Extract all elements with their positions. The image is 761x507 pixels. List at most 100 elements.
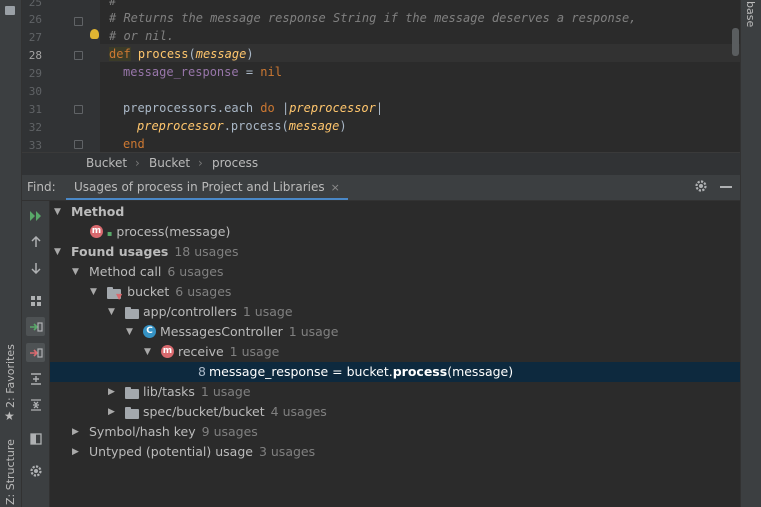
- code-line: #: [109, 0, 117, 8]
- expanded-arrow-icon[interactable]: ▼: [126, 322, 133, 342]
- export-usages-icon[interactable]: [26, 343, 45, 362]
- collapsed-arrow-icon[interactable]: ▶: [72, 442, 79, 462]
- expanded-arrow-icon[interactable]: ▼: [144, 342, 151, 362]
- usage-count: 1 usage: [288, 324, 339, 339]
- tree-node-messages-controller[interactable]: ▼ C MessagesController 1 usage: [50, 322, 740, 342]
- arrow-down-icon[interactable]: [26, 258, 45, 277]
- fold-marker-icon[interactable]: [74, 17, 83, 26]
- tree-node-method-call[interactable]: ▼ Method call 6 usages: [50, 262, 740, 282]
- fold-marker-icon[interactable]: [74, 140, 83, 149]
- expanded-arrow-icon[interactable]: ▼: [90, 282, 97, 302]
- collapsed-arrow-icon[interactable]: ▶: [72, 422, 79, 442]
- usages-tree[interactable]: ▼ Method m ▪ process(message) ▼ Found us…: [50, 201, 740, 507]
- code-line: # or nil.: [109, 29, 175, 43]
- usage-count: 1 usage: [200, 384, 251, 399]
- fold-marker-icon[interactable]: [74, 51, 83, 60]
- tree-node-lib-tasks[interactable]: ▶ lib/tasks 1 usage: [50, 382, 740, 402]
- code-editor[interactable]: 25 26 27 28 29 30 31 32 33 # # Returns t…: [22, 0, 740, 152]
- line-number: 33: [28, 139, 42, 152]
- tree-node-usage-line[interactable]: 8 message_response = bucket.process(mess…: [50, 362, 740, 382]
- code-line: preprocessor.process(message): [137, 119, 347, 133]
- right-tool-strip: base: [740, 0, 761, 507]
- expanded-arrow-icon[interactable]: ▼: [108, 302, 115, 322]
- line-number: 32: [28, 121, 42, 134]
- usage-count: 18 usages: [174, 244, 239, 259]
- fold-marker-icon[interactable]: [74, 105, 83, 114]
- code-line: def process(message): [109, 47, 254, 61]
- tree-label: Found usages: [71, 244, 169, 259]
- line-number: 30: [28, 85, 42, 98]
- tree-label: receive: [177, 344, 224, 359]
- import-usages-icon[interactable]: [26, 317, 45, 336]
- line-number: 31: [28, 103, 42, 116]
- find-toolbar: [22, 201, 50, 507]
- module-marker-icon: ▼: [116, 292, 123, 301]
- expanded-arrow-icon[interactable]: ▼: [54, 202, 61, 222]
- rerun-icon[interactable]: [26, 206, 45, 225]
- usage-text: (message): [447, 364, 514, 379]
- expanded-arrow-icon[interactable]: ▼: [54, 242, 61, 262]
- collapsed-arrow-icon[interactable]: ▶: [108, 382, 115, 402]
- expanded-arrow-icon[interactable]: ▼: [72, 262, 79, 282]
- tree-node-spec-bucket[interactable]: ▶ spec/bucket/bucket 4 usages: [50, 402, 740, 422]
- close-icon[interactable]: ×: [331, 181, 340, 194]
- method-icon: m: [90, 225, 103, 238]
- find-panel-header: Find: Usages of process in Project and L…: [22, 175, 740, 201]
- breadcrumb: Bucket › Bucket › process: [22, 152, 740, 175]
- tree-label: lib/tasks: [142, 384, 195, 399]
- tree-label: spec/bucket/bucket: [142, 404, 265, 419]
- folder-icon: [125, 306, 139, 319]
- preview-icon[interactable]: [26, 429, 45, 448]
- structure-tool-button[interactable]: Z: Structure: [4, 439, 17, 505]
- database-tool-button[interactable]: base: [744, 1, 757, 27]
- tree-node-receive[interactable]: ▼ m receive 1 usage: [50, 342, 740, 362]
- code-line: end: [123, 137, 145, 151]
- tree-node-bucket[interactable]: ▼ ▼ bucket 6 usages: [50, 282, 740, 302]
- tree-label: app/controllers: [142, 304, 237, 319]
- code-line: message_response = nil: [123, 65, 282, 79]
- line-number: 29: [28, 67, 42, 80]
- usage-count: 4 usages: [270, 404, 327, 419]
- collapsed-arrow-icon[interactable]: ▶: [108, 402, 115, 422]
- usage-count: 1 usage: [242, 304, 293, 319]
- line-number: 28: [28, 49, 42, 62]
- breadcrumb-item[interactable]: Bucket: [149, 156, 190, 170]
- tree-label: Method: [71, 204, 125, 219]
- project-icon[interactable]: [5, 6, 15, 15]
- tree-label: process(message): [116, 224, 231, 239]
- class-icon: C: [143, 325, 156, 338]
- tree-node-untyped[interactable]: ▶ Untyped (potential) usage 3 usages: [50, 442, 740, 462]
- tree-label: MessagesController: [159, 324, 283, 339]
- minimize-icon[interactable]: [720, 186, 732, 188]
- code-line: preprocessors.each do |preprocessor|: [123, 101, 384, 115]
- arrow-up-icon[interactable]: [26, 232, 45, 251]
- group-icon[interactable]: [26, 291, 45, 310]
- breadcrumb-item[interactable]: process: [212, 156, 258, 170]
- editor-scrollbar[interactable]: [732, 28, 739, 56]
- settings-gear-icon[interactable]: [26, 461, 45, 480]
- usage-count: 3 usages: [258, 444, 316, 459]
- lock-icon: ▪: [106, 229, 113, 238]
- tree-label: bucket: [127, 284, 170, 299]
- usage-count: 6 usages: [175, 284, 232, 299]
- favorites-tool-button[interactable]: 2: Favorites: [4, 344, 17, 408]
- line-number: 26: [28, 13, 42, 26]
- breadcrumb-item[interactable]: Bucket: [86, 156, 127, 170]
- tree-label: Symbol/hash key: [89, 424, 196, 439]
- intention-bulb-icon[interactable]: [90, 29, 99, 39]
- tab-usages[interactable]: Usages of process in Project and Librari…: [66, 175, 348, 200]
- breadcrumb-separator: ›: [135, 156, 140, 170]
- expand-all-icon[interactable]: [26, 369, 45, 388]
- collapse-all-icon[interactable]: [26, 395, 45, 414]
- gear-icon[interactable]: [694, 179, 708, 193]
- star-icon: ★: [4, 409, 15, 423]
- tree-node-symbol-hash[interactable]: ▶ Symbol/hash key 9 usages: [50, 422, 740, 442]
- tab-label: Usages of process in Project and Librari…: [74, 180, 325, 194]
- line-number: 25: [28, 0, 42, 9]
- left-tool-strip: 2: Favorites ★ Z: Structure: [0, 0, 22, 507]
- breadcrumb-separator: ›: [198, 156, 203, 170]
- tree-node-app-controllers[interactable]: ▼ app/controllers 1 usage: [50, 302, 740, 322]
- tree-node-method[interactable]: ▼ Method: [50, 202, 740, 222]
- tree-node-found-usages[interactable]: ▼ Found usages 18 usages: [50, 242, 740, 262]
- tree-node-method-item[interactable]: m ▪ process(message): [50, 222, 740, 242]
